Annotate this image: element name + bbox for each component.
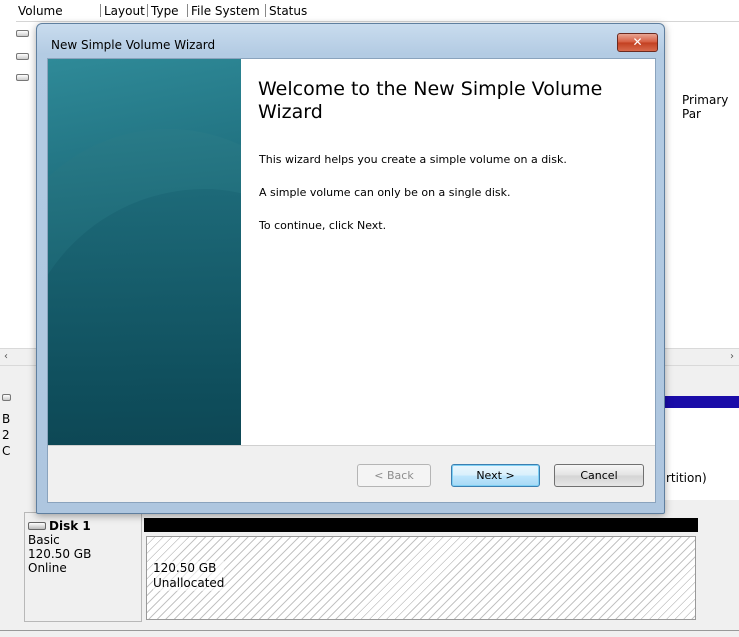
column-separator[interactable] [100,4,101,17]
new-simple-volume-wizard-dialog: New Simple Volume Wizard ✕ Welcome to th… [36,23,665,514]
divider [0,630,739,631]
disk-1-type: Basic [28,533,60,547]
volume-icon [16,74,29,81]
column-type[interactable]: Type [151,4,179,18]
disk-0-partition-label: rtition) [666,471,707,485]
disk-0-size-peek: 2 [2,428,10,442]
disk-1-unallocated-space[interactable]: 120.50 GB Unallocated [146,536,696,620]
column-status[interactable]: Status [269,4,307,18]
description-line: A simple volume can only be on a single … [259,186,511,199]
unallocated-size: 120.50 GB [153,561,217,575]
column-separator[interactable] [187,4,188,17]
welcome-heading: Welcome to the New Simple Volume Wizard [258,78,603,123]
volume-icon [16,53,29,60]
volume-icon [16,30,29,37]
cancel-button[interactable]: Cancel [554,464,644,487]
scroll-right-arrow-icon[interactable]: › [730,351,734,362]
close-button[interactable]: ✕ [617,33,658,52]
disk-0-partition[interactable] [664,408,739,500]
disk-0-info-peek: B 2 C [0,388,16,488]
disk-1-row: Disk 1 Basic 120.50 GB Online 120.50 GB … [24,512,710,622]
wizard-button-bar: < Back Next > Cancel [48,445,655,502]
title-bar[interactable]: New Simple Volume Wizard ✕ [37,24,664,54]
disk-0-type-peek: B [2,412,11,426]
volume-list-header: Volume Layout Type File System Status [16,0,739,22]
column-separator[interactable] [147,4,148,17]
back-button[interactable]: < Back [357,464,431,487]
next-button[interactable]: Next > [451,464,540,487]
window-title: New Simple Volume Wizard [51,38,216,52]
unallocated-label: Unallocated [153,576,225,590]
column-volume[interactable]: Volume [18,4,63,18]
instruction-line: To continue, click Next. [259,219,387,232]
disk-1-info[interactable]: Disk 1 Basic 120.50 GB Online [24,512,142,622]
wizard-content: Welcome to the New Simple Volume Wizard … [47,58,656,503]
close-icon: ✕ [632,35,643,49]
scroll-left-arrow-icon[interactable]: ‹ [4,351,8,362]
disk-0-status-peek: C [2,444,11,458]
column-separator[interactable] [265,4,266,17]
disk-1-partition-bar [144,518,698,532]
disk-1-name: Disk 1 [49,519,91,533]
description-line: This wizard helps you create a simple vo… [259,153,567,166]
volume-type-primary-partition: Primary Par [682,93,729,121]
column-layout[interactable]: Layout [104,4,145,18]
column-file-system[interactable]: File System [191,4,260,18]
wizard-side-banner [48,59,241,445]
disk-1-size: 120.50 GB [28,547,92,561]
disk-1-status: Online [28,561,67,575]
disk-0-partition-bar [664,396,739,408]
disk-icon [2,394,11,401]
disk-icon [28,522,46,530]
